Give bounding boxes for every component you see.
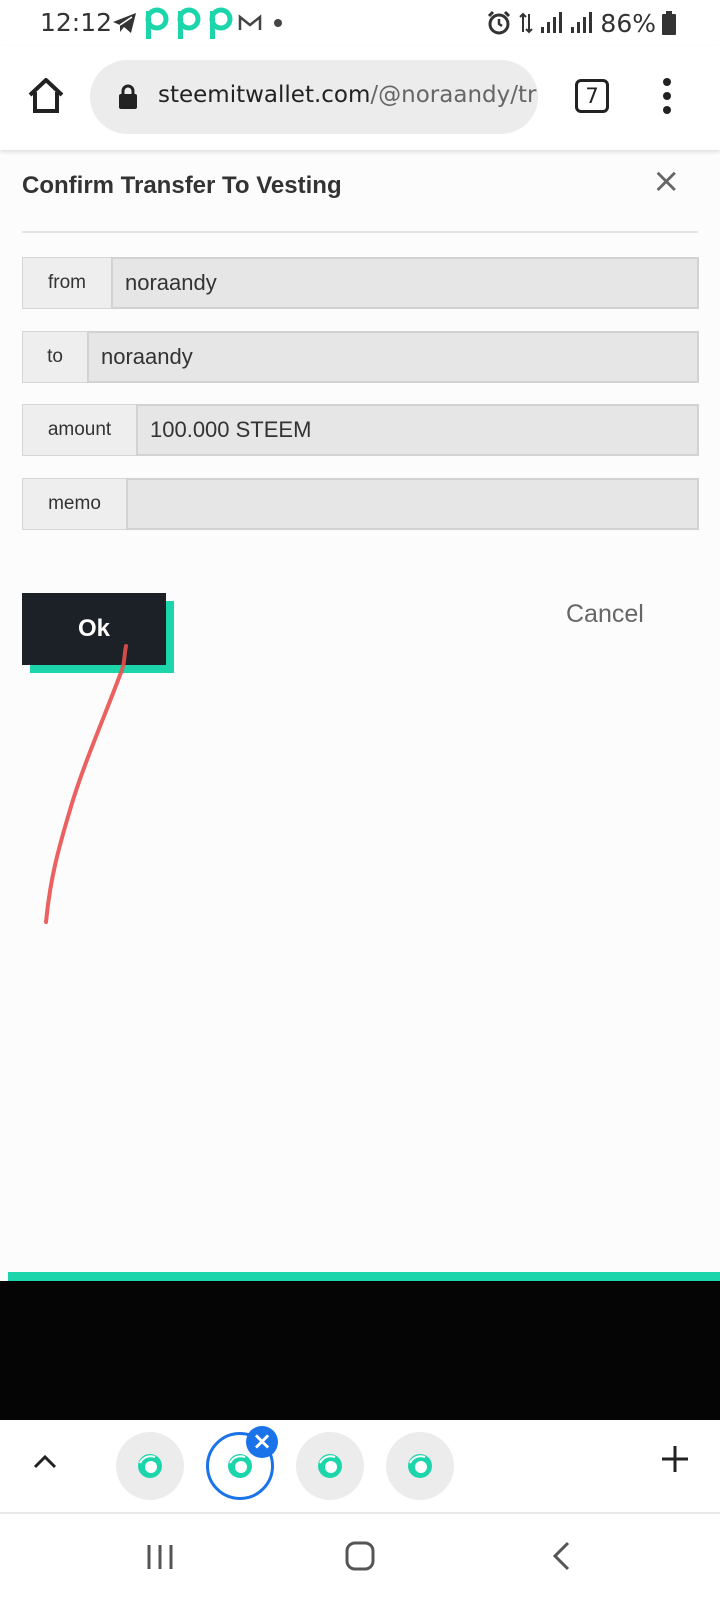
system-nav-bar [0, 1512, 720, 1600]
amount-field[interactable]: 100.000 STEEM [136, 404, 699, 456]
tab-thumbnail-1[interactable] [116, 1432, 184, 1500]
battery-percent: 86% [600, 8, 656, 38]
from-field[interactable]: noraandy [111, 257, 699, 309]
telegram-icon [113, 13, 136, 33]
data-arrows-icon [519, 12, 534, 34]
steemit-icon [318, 1454, 342, 1478]
app-p-icon-1 [145, 7, 169, 39]
to-row: to noraandy [22, 331, 699, 383]
from-label: from [22, 257, 111, 309]
chevron-up-icon[interactable] [32, 1450, 58, 1472]
lock-icon [119, 84, 137, 109]
memo-row: memo [22, 478, 699, 530]
close-tab-button[interactable]: × [246, 1426, 278, 1458]
to-field[interactable]: noraandy [87, 331, 699, 383]
back-icon[interactable] [550, 1540, 572, 1572]
cancel-button[interactable]: Cancel [566, 600, 644, 629]
ok-button-wrapper: Ok [22, 593, 174, 673]
home-icon[interactable] [26, 76, 66, 116]
amount-row: amount 100.000 STEEM [22, 404, 699, 456]
tab-strip: × [0, 1420, 720, 1512]
notification-icons [112, 5, 286, 41]
to-label: to [22, 331, 87, 383]
browser-toolbar: steemitwallet.com/@noraandy/tra 7 [0, 46, 720, 150]
url-domain: steemitwallet.com [158, 82, 371, 108]
signal-icon-2 [571, 12, 593, 33]
recent-apps-icon[interactable] [146, 1542, 174, 1572]
ok-button[interactable]: Ok [22, 593, 166, 665]
memo-label: memo [22, 478, 126, 530]
dot-icon [274, 19, 282, 27]
tab-thumbnail-3[interactable] [296, 1432, 364, 1500]
new-tab-plus-icon[interactable] [660, 1444, 690, 1474]
url-path: /@noraandy/tra [370, 82, 538, 108]
dialog-title: Confirm Transfer To Vesting [22, 172, 342, 199]
alarm-icon [488, 10, 511, 35]
status-time: 12:12 [40, 8, 113, 37]
home-nav-icon[interactable] [344, 1540, 376, 1572]
status-bar: 12:12 86% [0, 0, 720, 46]
from-row: from noraandy [22, 257, 699, 309]
close-button[interactable]: × [652, 164, 681, 198]
steemit-icon [138, 1454, 162, 1478]
system-icons: 86% [486, 5, 676, 41]
steemit-icon [228, 1454, 252, 1478]
signal-icon-1 [541, 12, 563, 33]
confirm-transfer-dialog: Confirm Transfer To Vesting × from noraa… [0, 150, 720, 1272]
url-text: steemitwallet.com/@noraandy/tra [158, 82, 538, 108]
tab-switcher-button[interactable]: 7 [575, 79, 609, 113]
tab-thumbnail-4[interactable] [386, 1432, 454, 1500]
page-footer [0, 1281, 720, 1420]
address-bar[interactable]: steemitwallet.com/@noraandy/tra [90, 60, 538, 134]
amount-label: amount [22, 404, 136, 456]
app-p-icon-2 [177, 7, 201, 39]
battery-icon [662, 11, 676, 35]
steemit-icon [408, 1454, 432, 1478]
memo-field[interactable] [126, 478, 699, 530]
gmail-icon [238, 14, 262, 30]
more-menu-icon[interactable] [656, 76, 678, 116]
page-footer-accent [8, 1272, 720, 1281]
app-p-icon-3 [209, 7, 233, 39]
divider [22, 231, 698, 233]
